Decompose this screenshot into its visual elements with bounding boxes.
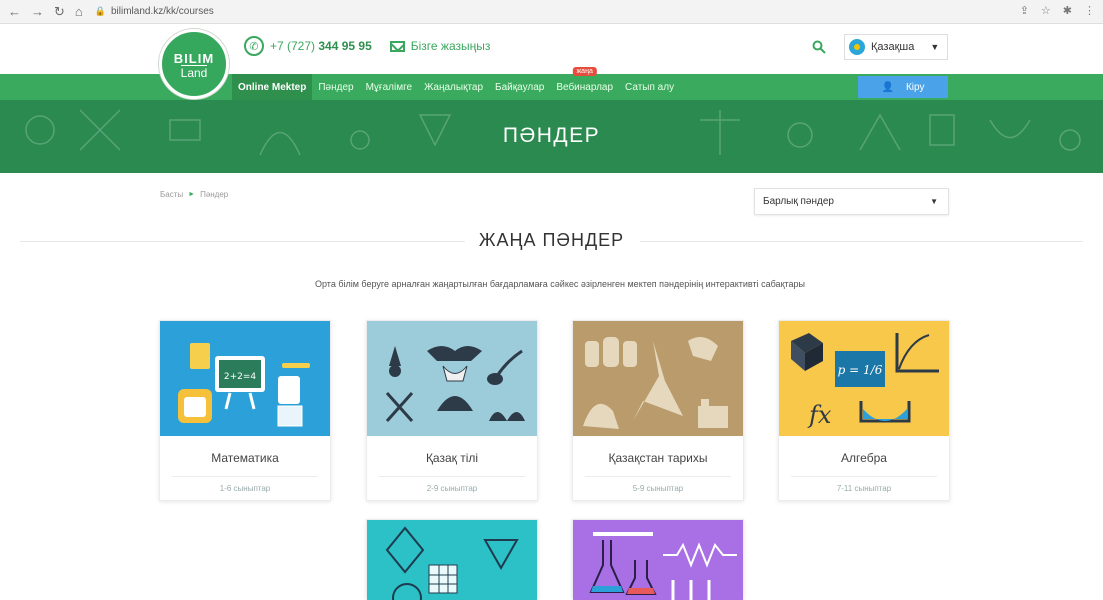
nav-item-webinars[interactable]: жаңа Вебинарлар	[550, 67, 619, 100]
course-grades: 5-9 сыныптар	[632, 484, 684, 493]
course-image	[367, 520, 537, 600]
search-button[interactable]	[808, 36, 830, 58]
card-divider	[172, 476, 318, 477]
nav-label: Пәндер	[318, 81, 354, 93]
card-divider	[379, 476, 525, 477]
course-name: Қазақ тілі	[425, 451, 479, 465]
nav-label: Байқаулар	[495, 81, 545, 93]
card-divider	[791, 476, 937, 477]
course-image	[573, 520, 743, 600]
course-grades: 1-6 сыныптар	[219, 484, 271, 493]
phone-number: 344 95 95	[318, 39, 372, 53]
forward-icon[interactable]: →	[31, 4, 44, 20]
phone-prefix: +7 (727)	[270, 39, 316, 53]
page-title: ПӘНДЕР	[502, 124, 601, 147]
course-card-algebra[interactable]: p = 1/6 fx Алгебра 7-11 сыныптар	[778, 320, 950, 501]
nav-label: Жаңалықтар	[424, 81, 484, 93]
subject-filter-select[interactable]: Барлық пәндер ▼	[754, 188, 949, 215]
course-image: p = 1/6 fx	[779, 321, 949, 436]
svg-text:fx: fx	[807, 401, 832, 429]
menu-icon[interactable]: ⋮	[1084, 4, 1095, 17]
nav-item-online-mektep[interactable]: Online Mektep	[232, 74, 313, 100]
svg-text:p = 1/6: p = 1/6	[838, 363, 883, 377]
course-name: Қазақстан тарихы	[608, 451, 708, 465]
breadcrumb-separator-icon: ►	[188, 191, 196, 198]
contact-bar: ✆ +7 (727) 344 95 95 Бізге жазыңыз	[244, 36, 490, 56]
nav-item-teachers[interactable]: Мұғалімге	[360, 74, 418, 100]
course-card-kazakh-language[interactable]: Қазақ тілі 2-9 сыныптар	[366, 320, 538, 501]
course-card-math[interactable]: 2+2=4 Математика 1-6 сыныптар	[159, 320, 331, 501]
breadcrumb-home[interactable]: Басты	[160, 190, 183, 199]
address-bar[interactable]: 🔒 bilimland.kz/kk/courses	[95, 6, 214, 17]
nav-item-buy[interactable]: Сатып алу	[619, 74, 680, 100]
home-icon[interactable]: ⌂	[75, 4, 83, 20]
nav-label: Сатып алу	[625, 81, 675, 93]
search-icon	[812, 40, 826, 54]
lock-icon: 🔒	[94, 6, 106, 16]
nav-label: Мұғалімге	[365, 81, 413, 93]
course-card-geometry[interactable]	[366, 519, 538, 600]
section-title: ЖАҢА ПӘНДЕР	[478, 230, 625, 250]
language-select[interactable]: Қазақша ▼	[844, 34, 948, 60]
breadcrumb-current: Пәндер	[200, 190, 229, 199]
write-us-link[interactable]: Бізге жазыңыз	[411, 39, 491, 53]
nav-item-news[interactable]: Жаңалықтар	[418, 74, 489, 100]
login-label: Кіру	[905, 81, 925, 93]
extension-icon[interactable]: ✱	[1063, 4, 1072, 17]
course-card-chemistry[interactable]	[572, 519, 744, 600]
browser-toolbar: ← → ↻ ⌂ 🔒 bilimland.kz/kk/courses ⇪ ☆ ✱ …	[0, 0, 1103, 24]
user-icon: 👤	[881, 81, 894, 93]
course-image	[367, 321, 537, 436]
logo-text-bottom: Land	[180, 64, 208, 80]
course-grades: 7-11 сыныптар	[836, 484, 892, 493]
nav-label: Вебинарлар	[556, 81, 614, 93]
breadcrumb: Басты ► Пәндер	[160, 190, 228, 199]
share-icon[interactable]: ⇪	[1020, 4, 1029, 17]
nav-item-subjects[interactable]: Пәндер	[312, 74, 359, 100]
card-divider	[585, 476, 731, 477]
chevron-down-icon: ▼	[930, 197, 938, 206]
login-button[interactable]: 👤 Кіру	[858, 76, 948, 98]
course-name: Математика	[211, 451, 279, 465]
url-text: bilimland.kz/kk/courses	[110, 6, 214, 17]
hero-banner: ПӘНДЕР	[0, 100, 1103, 173]
logo[interactable]: BILIM Land	[159, 29, 229, 99]
course-image	[573, 321, 743, 436]
kazakhstan-flag-icon	[849, 39, 865, 55]
logo-text-top: BILIM	[173, 50, 215, 66]
subject-filter-value: Барлық пәндер	[763, 196, 834, 207]
language-label: Қазақша	[871, 41, 915, 53]
chevron-down-icon: ▼	[930, 42, 940, 52]
browser-tools: ⇪ ☆ ✱ ⋮	[1020, 4, 1095, 17]
nav-label: Online Mektep	[238, 81, 307, 93]
phone-link[interactable]: +7 (727) 344 95 95	[270, 39, 372, 53]
section-description: Орта білім беруге арналған жаңартылған б…	[314, 279, 806, 289]
star-icon[interactable]: ☆	[1041, 4, 1051, 17]
svg-text:2+2=4: 2+2=4	[224, 372, 257, 382]
course-image: 2+2=4	[160, 321, 330, 436]
new-badge: жаңа	[572, 67, 597, 76]
nav-item-contests[interactable]: Байқаулар	[489, 74, 550, 100]
browser-nav: ← → ↻ ⌂	[8, 4, 83, 20]
course-name: Алгебра	[841, 451, 887, 465]
course-grades: 2-9 сыныптар	[426, 484, 478, 493]
back-icon[interactable]: ←	[8, 4, 21, 20]
reload-icon[interactable]: ↻	[54, 4, 65, 20]
mail-icon	[389, 40, 405, 52]
phone-icon: ✆	[244, 36, 264, 56]
course-card-kazakhstan-history[interactable]: Қазақстан тарихы 5-9 сыныптар	[572, 320, 744, 501]
